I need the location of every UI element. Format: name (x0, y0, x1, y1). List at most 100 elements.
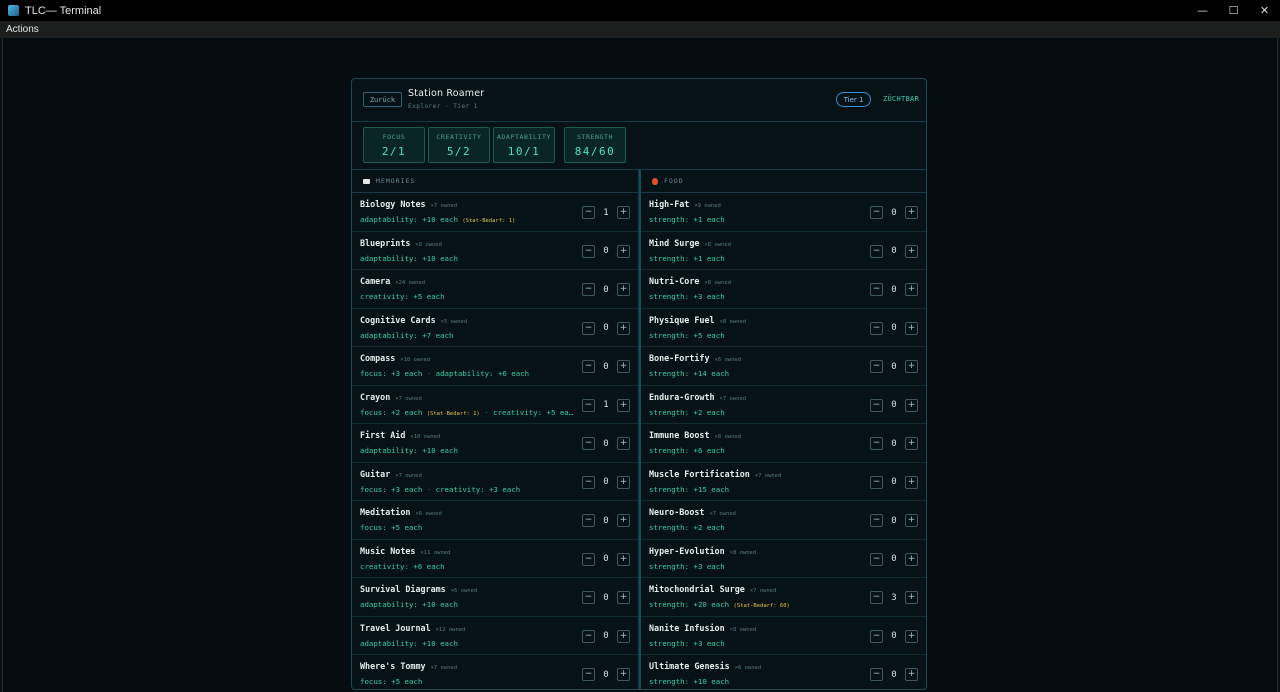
increment-button[interactable]: + (617, 206, 630, 219)
item-name: Physique Fuel ×8 owned (649, 315, 746, 325)
decrement-button[interactable]: − (582, 398, 595, 412)
character-subtitle: Explorer · Tier 1 (408, 103, 478, 110)
increment-button[interactable]: + (905, 283, 918, 296)
quantity-value: 0 (891, 515, 897, 526)
decrement-button[interactable]: − (582, 283, 595, 296)
increment-button[interactable]: + (617, 552, 630, 566)
decrement-button[interactable]: − (870, 244, 883, 258)
item-name-text: Where's Tommy (360, 661, 426, 671)
increment-button[interactable]: + (905, 244, 918, 258)
decrement-button[interactable]: − (582, 437, 595, 450)
decrement-button[interactable]: − (870, 283, 883, 296)
decrement-button[interactable]: − (582, 206, 595, 219)
item-name-text: Ultimate Genesis (649, 661, 730, 671)
decrement-button[interactable]: − (582, 244, 595, 258)
quantity-value: 0 (603, 246, 609, 256)
quantity-value: 0 (891, 438, 897, 449)
increment-button[interactable]: + (905, 398, 918, 412)
panel-header: Zurück Station Roamer Explorer · Tier 1 … (352, 79, 926, 122)
increment-button[interactable]: + (617, 668, 630, 681)
decrement-button[interactable]: − (582, 552, 595, 566)
decrement-button[interactable]: − (870, 668, 883, 681)
quantity-value: 1 (603, 207, 609, 218)
decrement-button[interactable]: − (870, 437, 883, 450)
decrement-button[interactable]: − (582, 360, 595, 373)
quantity-value: 0 (891, 361, 897, 372)
item-name: Meditation ×6 owned (360, 507, 442, 517)
increment-button[interactable]: + (905, 475, 918, 489)
decrement-button[interactable]: − (870, 475, 883, 489)
item-name-text: Neuro-Boost (649, 507, 705, 517)
decrement-button[interactable]: − (870, 398, 883, 412)
item-name: Mind Surge ×8 owned (649, 238, 731, 248)
effect-text: focus: +2 each (360, 407, 423, 417)
increment-button[interactable]: + (617, 437, 630, 450)
increment-button[interactable]: + (905, 437, 918, 450)
item-name: Nutri-Core ×8 owned (649, 276, 731, 286)
list-item: Blueprints ×8 owned adaptability: +10 each… (352, 232, 638, 270)
increment-button[interactable]: + (905, 668, 918, 681)
increment-button[interactable]: + (617, 321, 630, 335)
quantity-value: 0 (891, 246, 897, 256)
decrement-button[interactable]: − (870, 591, 883, 604)
menu-actions[interactable]: Actions (6, 24, 39, 35)
menubar: Actions (0, 21, 1280, 38)
increment-button[interactable]: + (905, 591, 918, 604)
maximize-icon[interactable]: ☐ (1218, 0, 1249, 21)
decrement-button[interactable]: − (582, 321, 595, 335)
item-name-text: Compass (360, 353, 396, 363)
close-icon[interactable]: ✕ (1249, 0, 1280, 21)
decrement-button[interactable]: − (870, 360, 883, 373)
increment-button[interactable]: + (617, 398, 630, 412)
increment-button[interactable]: + (905, 514, 918, 527)
decrement-button[interactable]: − (870, 514, 883, 527)
effect-text: adaptability: +6 each (435, 369, 530, 378)
decrement-button[interactable]: − (870, 206, 883, 219)
decrement-button[interactable]: − (582, 514, 595, 527)
list-item: Biology Notes ×7 owned adaptability: +10 e… (352, 193, 638, 232)
decrement-button[interactable]: − (870, 321, 883, 335)
minimize-icon[interactable]: — (1187, 0, 1218, 21)
increment-button[interactable]: + (617, 475, 630, 489)
list-item: Muscle Fortification ×7 owned strength: +1… (641, 463, 926, 501)
increment-button[interactable]: + (617, 591, 630, 604)
increment-button[interactable]: + (905, 360, 918, 373)
decrement-button[interactable]: − (870, 629, 883, 643)
increment-button[interactable]: + (617, 283, 630, 296)
increment-button[interactable]: + (905, 629, 918, 643)
item-effects: creativity: +6 each (360, 562, 574, 571)
item-name-text: Cognitive Cards (360, 314, 436, 325)
increment-button[interactable]: + (905, 206, 918, 219)
decrement-button[interactable]: − (582, 591, 595, 604)
item-name: Survival Diagrams ×6 owned (360, 584, 477, 594)
item-name: Camera ×24 owned (360, 276, 425, 286)
increment-button[interactable]: + (617, 514, 630, 527)
increment-button[interactable]: + (905, 552, 918, 566)
decrement-button[interactable]: − (582, 629, 595, 643)
decrement-button[interactable]: − (582, 475, 595, 489)
decrement-button[interactable]: − (870, 552, 883, 566)
increment-button[interactable]: + (617, 360, 630, 373)
list-item: Guitar ×7 owned focus: +3 each · creativit… (352, 463, 638, 501)
effect-text: strength: +1 each (649, 253, 725, 263)
decrement-button[interactable]: − (582, 668, 595, 681)
item-name: Hyper-Evolution ×8 owned (649, 546, 756, 556)
increment-button[interactable]: + (617, 244, 630, 258)
increment-button[interactable]: + (617, 629, 630, 643)
list-item: First Aid ×10 owned adaptability: +10 each… (352, 424, 638, 463)
character-name: Station Roamer (408, 88, 485, 99)
effect-text: focus: +3 each (360, 369, 423, 378)
tier-badge[interactable]: Tier 1 (836, 92, 871, 107)
quantity-stepper: −0 + (582, 514, 630, 527)
window-title: TLC— Terminal (25, 4, 102, 17)
owned-count: ×8 owned (719, 318, 747, 325)
item-effects: focus: +5 each (360, 677, 574, 686)
list-item: Neuro-Boost ×7 owned strength: +2 each −0 + (641, 501, 926, 540)
item-name-text: Camera (360, 276, 391, 286)
back-button[interactable]: Zurück (363, 92, 402, 107)
item-name-text: Guitar (360, 468, 391, 479)
stats-row: FOCUS 2/1 CREATIVITY 5/2 ADAPTABILITY 10… (352, 122, 926, 170)
item-name: First Aid ×10 owned (360, 430, 440, 440)
owned-count: ×5 owned (440, 318, 468, 325)
increment-button[interactable]: + (905, 321, 918, 335)
